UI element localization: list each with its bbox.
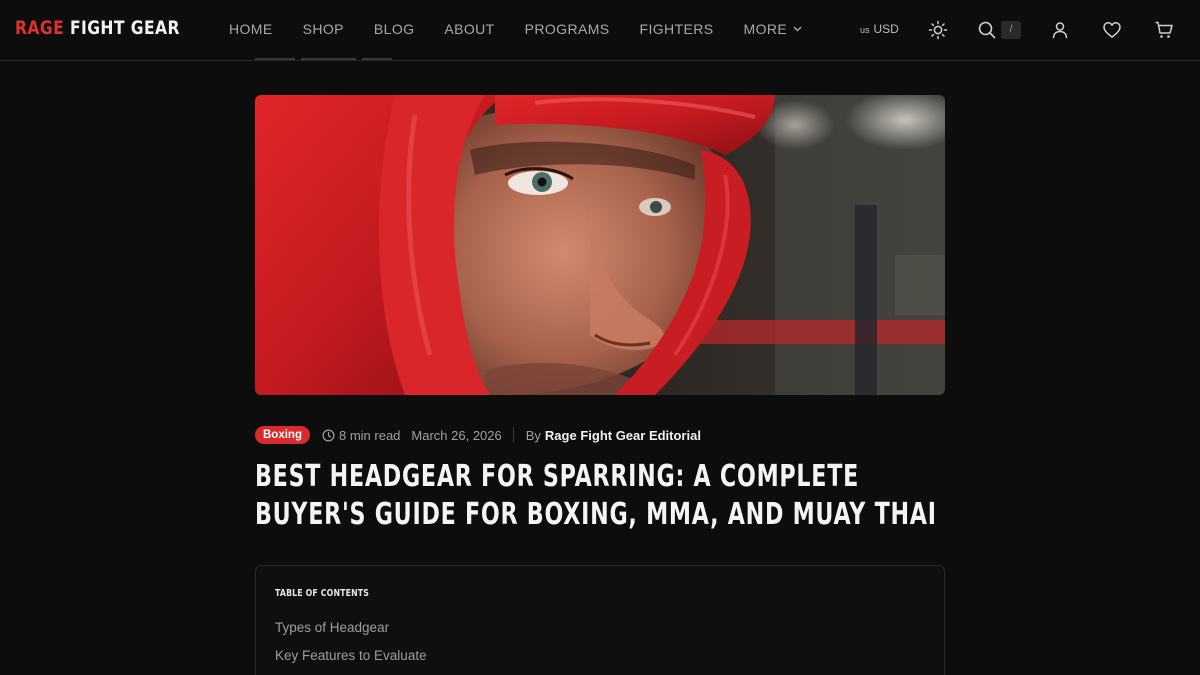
currency-flag: us	[860, 25, 870, 35]
logo-fight-gear: FIGHT GEAR	[69, 17, 180, 39]
toc-item[interactable]: Key Features to Evaluate	[275, 648, 427, 675]
table-of-contents: TABLE OF CONTENTS Types of Headgear Key …	[255, 565, 945, 675]
article-title: Best Headgear for Sparring: A Complete B…	[255, 459, 937, 532]
breadcrumb	[255, 52, 405, 60]
read-time-label: 8 min read	[338, 427, 401, 443]
nav-more[interactable]: MORE	[744, 21, 803, 37]
author-name[interactable]: Rage Fight Gear Editorial	[545, 428, 701, 443]
nav-blog[interactable]: BLOG	[374, 21, 415, 37]
sun-icon[interactable]	[928, 20, 948, 40]
hero-illustration	[255, 95, 945, 395]
currency-selector[interactable]: us USD	[860, 22, 899, 36]
toc-list: Types of Headgear Key Features to Evalua…	[275, 620, 427, 675]
toc-heading: TABLE OF CONTENTS	[275, 588, 370, 599]
site-header: RAGE FIGHT GEAR HOME SHOP BLOG ABOUT PRO…	[0, 0, 1200, 61]
nav-home[interactable]: HOME	[229, 21, 273, 37]
cart-icon[interactable]	[1154, 20, 1174, 40]
hero-image	[255, 95, 945, 395]
nav-more-label: MORE	[743, 21, 788, 37]
site-logo[interactable]: RAGE FIGHT GEAR	[15, 17, 180, 39]
nav-about[interactable]: ABOUT	[444, 21, 494, 37]
publish-date: March 26, 2026	[411, 427, 502, 443]
user-icon[interactable]	[1050, 20, 1070, 40]
nav-shop[interactable]: SHOP	[303, 21, 344, 37]
by-label: By	[525, 427, 541, 443]
toc-item[interactable]: Types of Headgear	[275, 620, 427, 648]
category-badge[interactable]: Boxing	[255, 426, 310, 444]
meta-divider	[512, 427, 514, 443]
clock-icon	[322, 428, 335, 442]
nav-fighters[interactable]: FIGHTERS	[640, 21, 714, 37]
header-tools: us USD /	[860, 18, 1180, 42]
heart-icon[interactable]	[1102, 20, 1122, 40]
search-shortcut-key: /	[1001, 21, 1021, 39]
article-meta: Boxing 8 min read March 26, 2026 By Rage…	[255, 425, 701, 445]
nav-programs[interactable]: PROGRAMS	[525, 21, 610, 37]
read-time: 8 min read	[322, 428, 400, 443]
chevron-down-icon	[793, 26, 802, 32]
main-nav: HOME SHOP BLOG ABOUT PROGRAMS FIGHTERS M…	[229, 21, 832, 37]
logo-rage: RAGE	[15, 17, 65, 39]
search-icon[interactable]	[977, 20, 997, 40]
currency-code: USD	[873, 22, 899, 36]
